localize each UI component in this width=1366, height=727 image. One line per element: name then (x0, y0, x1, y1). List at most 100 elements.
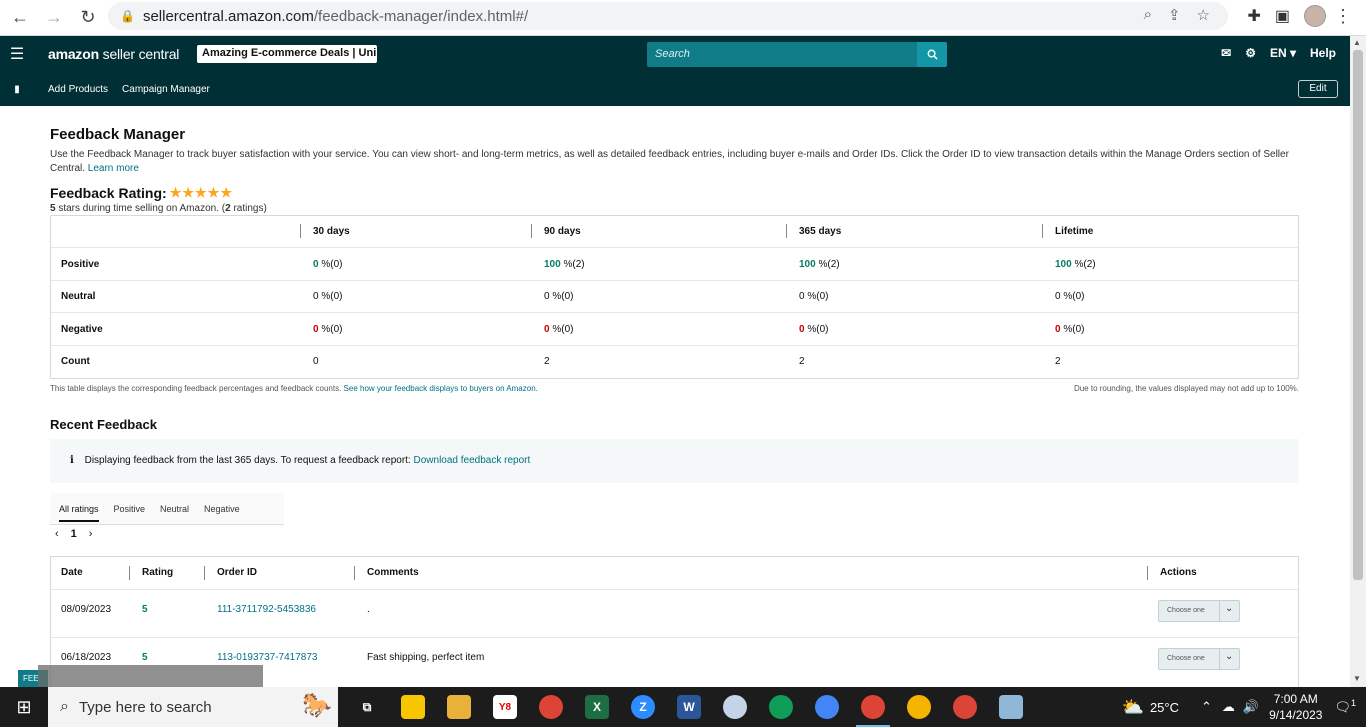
mail-icon[interactable]: ✉ (1221, 46, 1231, 60)
row-date: 08/09/2023 (61, 604, 112, 615)
reload-icon[interactable]: ↻ (74, 4, 102, 32)
metrics-row-positive: Positive 0 %(0) 100 %(2) 100 %(2) 100 %(… (51, 249, 1298, 281)
clock-date: 9/14/2023 (1269, 708, 1323, 722)
order-id-link[interactable]: 111-3711792-5453836 (217, 604, 316, 615)
metric-value: 0 (799, 291, 805, 302)
page-scrollbar[interactable]: ▲ ▼ (1350, 36, 1366, 687)
logo-bold: amazon (48, 46, 99, 62)
tab-negative[interactable]: Negative (204, 504, 240, 514)
excel-icon[interactable]: X (574, 687, 620, 727)
help-link[interactable]: Help (1310, 46, 1336, 60)
page-description: Use the Feedback Manager to track buyer … (50, 148, 1290, 176)
chrome-profile-icon[interactable] (942, 687, 988, 727)
count-value: 0 (313, 356, 319, 367)
actions-dropdown[interactable]: Choose one ⌄ (1158, 648, 1240, 670)
edit-button[interactable]: Edit (1298, 80, 1338, 98)
metric-suffix: %(2) (818, 259, 840, 270)
dropdown-label: Choose one (1167, 607, 1205, 614)
actions-dropdown[interactable]: Choose one ⌄ (1158, 600, 1240, 622)
feedback-display-link[interactable]: See how your feedback displays to buyers… (344, 384, 538, 393)
metric-value: 0 (799, 324, 805, 335)
scroll-up-icon[interactable]: ▲ (1353, 38, 1361, 47)
settings-gear-icon[interactable]: ⚙ (1245, 46, 1256, 60)
file-explorer-icon[interactable] (436, 687, 482, 727)
notepad-icon[interactable] (988, 687, 1034, 727)
row-comment: Fast shipping, perfect item (367, 652, 485, 663)
next-page-icon[interactable]: › (89, 528, 93, 540)
rating-stars-icon: ★★★★★ (169, 185, 233, 200)
tab-neutral[interactable]: Neutral (160, 504, 189, 514)
current-page[interactable]: 1 (71, 528, 77, 540)
tab-all-ratings[interactable]: All ratings (59, 504, 99, 522)
zoom-icon[interactable]: Z (620, 687, 666, 727)
metric-value: 100 (1055, 259, 1072, 270)
chevron-up-icon[interactable]: ⌃ (1201, 699, 1212, 715)
url-path: /feedback-manager/index.html#/ (313, 7, 529, 25)
back-icon[interactable]: ← (6, 4, 34, 32)
dropdown-separator (1219, 649, 1220, 669)
metric-suffix: %(0) (321, 291, 343, 302)
chevron-down-icon: ⌄ (1225, 603, 1234, 614)
forward-icon[interactable]: → (40, 4, 68, 32)
chrome-profile-icon[interactable] (850, 687, 896, 727)
table-footnote: This table displays the corresponding fe… (50, 384, 1299, 393)
metrics-header-row: 30 days 90 days 365 days Lifetime (51, 216, 1298, 248)
app-ys-icon[interactable]: Y8 (482, 687, 528, 727)
bookmark-star-icon[interactable]: ☆ (1197, 6, 1210, 24)
volume-icon[interactable]: 🔊 (1243, 699, 1259, 715)
side-panel-icon[interactable]: ▣ (1275, 6, 1290, 26)
system-clock[interactable]: 7:00 AM 9/14/2023 (1269, 691, 1322, 723)
zoom-icon[interactable]: ⌕ (1144, 6, 1152, 24)
hamburger-menu-icon[interactable]: ☰ (0, 44, 34, 64)
profile-avatar[interactable] (1304, 5, 1326, 27)
column-actions: Actions (1160, 567, 1197, 578)
search-icon (927, 49, 938, 60)
count-value: 2 (544, 356, 550, 367)
paint-icon[interactable] (712, 687, 758, 727)
learn-more-link[interactable]: Learn more (88, 163, 139, 174)
temperature[interactable]: 25°C (1150, 700, 1179, 715)
chrome-profile-icon[interactable] (758, 687, 804, 727)
network-icon[interactable]: ☁ (1222, 699, 1235, 715)
campaign-manager-link[interactable]: Campaign Manager (122, 84, 210, 95)
column-order-id: Order ID (217, 567, 258, 578)
metrics-row-negative: Negative 0 %(0) 0 %(0) 0 %(0) 0 %(0) (51, 314, 1298, 346)
rating-summary: 5 stars during time selling on Amazon. (… (50, 203, 267, 214)
header-365-days: 365 days (799, 226, 842, 237)
add-products-link[interactable]: Add Products (48, 84, 108, 95)
language-selector[interactable]: EN ▾ (1270, 46, 1296, 60)
word-icon[interactable]: W (666, 687, 712, 727)
windows-taskbar: ⊞ ⌕ Type here to search 🐎 ⧉ Y8 X Z W ⛅ 2… (0, 687, 1366, 727)
rounding-note: Due to rounding, the values displayed ma… (1073, 384, 1299, 393)
scroll-down-icon[interactable]: ▼ (1353, 674, 1361, 683)
order-id-link[interactable]: 113-0193737-7417873 (217, 652, 317, 663)
column-divider (129, 566, 130, 580)
windows-start-icon[interactable]: ⊞ (0, 687, 48, 727)
chrome-profile-icon[interactable] (804, 687, 850, 727)
taskbar-search[interactable]: ⌕ Type here to search 🐎 (48, 687, 338, 727)
weather-icon[interactable]: ⛅ (1122, 697, 1144, 718)
scroll-thumb[interactable] (1353, 50, 1363, 580)
bookmark-icon[interactable]: ▮ (0, 84, 34, 95)
download-report-link[interactable]: Download feedback report (414, 455, 531, 466)
task-view-icon[interactable]: ⧉ (344, 687, 390, 727)
header-lifetime: Lifetime (1055, 226, 1094, 237)
metric-value: 100 (544, 259, 561, 270)
notification-icon[interactable]: 🗨1 (1334, 698, 1356, 715)
search-input[interactable]: Search (647, 42, 917, 67)
share-icon[interactable]: ⇪ (1168, 6, 1181, 24)
prev-page-icon[interactable]: ‹ (55, 528, 59, 540)
chrome-profile-icon[interactable] (896, 687, 942, 727)
address-bar[interactable]: 🔒 sellercentral.amazon.com/feedback-mana… (108, 2, 1228, 30)
metric-value: 0 (544, 291, 550, 302)
chrome-icon[interactable] (528, 687, 574, 727)
seller-central-logo[interactable]: amazon seller central (48, 46, 179, 62)
dropdown-label: Choose one (1167, 655, 1205, 662)
sticky-notes-icon[interactable] (390, 687, 436, 727)
rating-filter-tabs: All ratings Positive Neutral Negative (50, 493, 284, 525)
extensions-icon[interactable]: ✚ (1247, 6, 1260, 26)
store-selector[interactable]: Amazing E-commerce Deals | Uni... (197, 45, 377, 63)
tab-positive[interactable]: Positive (114, 504, 146, 514)
search-button[interactable] (917, 42, 947, 67)
chrome-menu-icon[interactable]: ⋮ (1334, 6, 1352, 27)
